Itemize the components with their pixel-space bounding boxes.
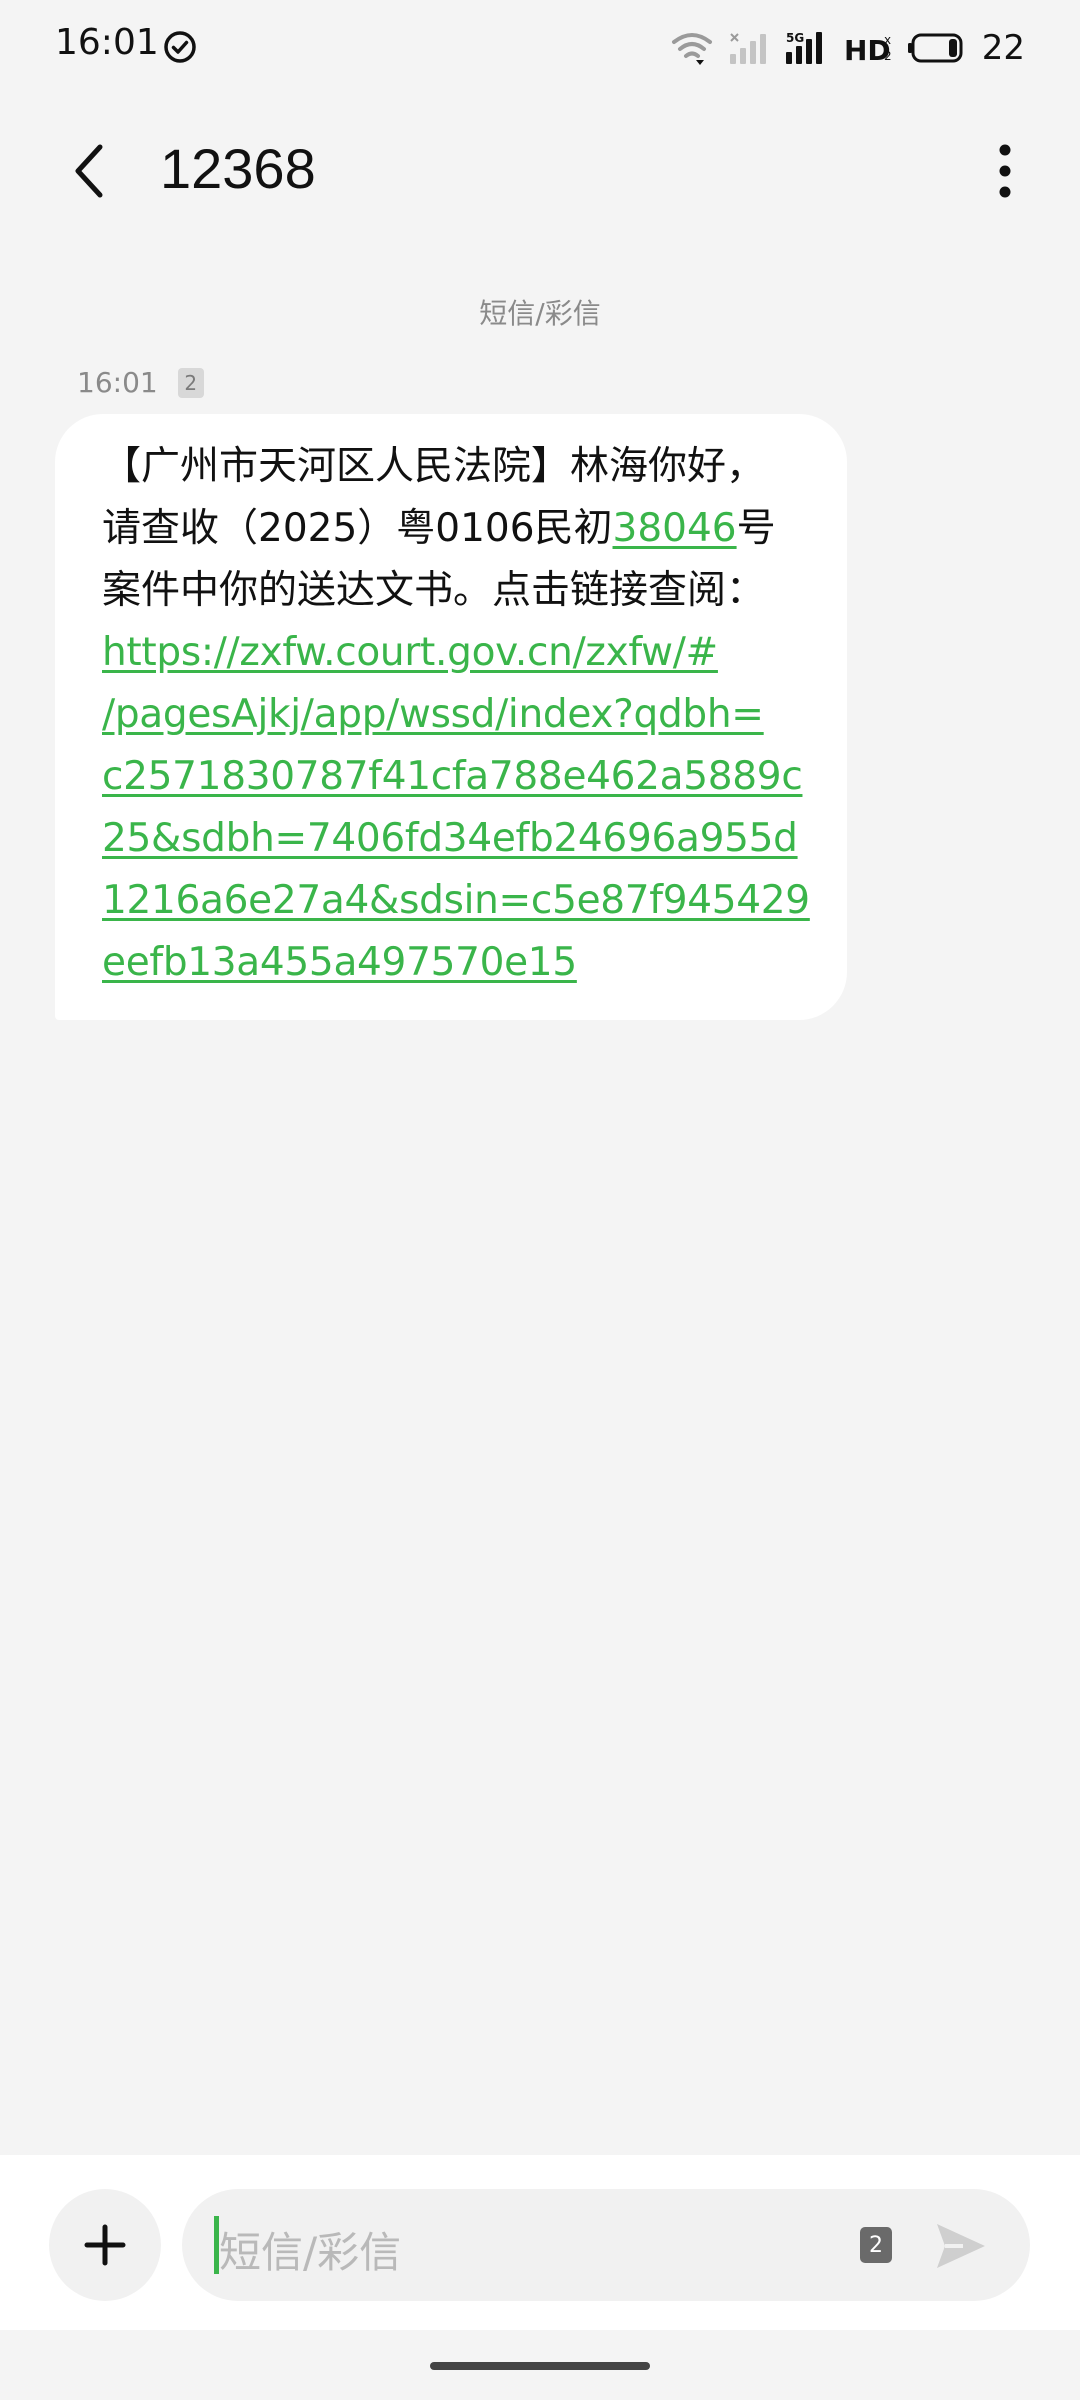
sim-select-button[interactable]: 2 (860, 2227, 892, 2263)
url-link[interactable]: https://zxfw.court.gov.cn/zxfw/# /pagesA… (102, 622, 810, 994)
battery-icon (907, 33, 963, 63)
signal-icon (729, 33, 766, 64)
status-bar: 16:01 5G HD x 2 22 (0, 0, 1080, 96)
hd-icon: HD x 2 (844, 33, 892, 66)
svg-text:x: x (884, 33, 891, 47)
message-line: 案件中你的送达文书。点击链接查阅： (102, 568, 766, 613)
url-line[interactable]: eefb13a455a497570e15 (102, 932, 803, 994)
message-meta: 16:01 2 (77, 366, 204, 399)
send-button[interactable] (926, 2211, 996, 2281)
attach-button[interactable] (49, 2189, 161, 2301)
wifi-icon (671, 33, 712, 65)
check-circle-icon (164, 31, 196, 63)
status-time: 16:01 (55, 22, 159, 63)
plus-icon (84, 2224, 126, 2266)
input-placeholder: 短信/彩信 (219, 2228, 402, 2277)
message-text: 号 (736, 506, 776, 551)
more-options-button[interactable] (970, 136, 1040, 206)
message-bubble[interactable]: 【广州市天河区人民法院】林海你好， 请查收（2025）粤0106民初38046号… (55, 414, 847, 1020)
url-line[interactable]: /pagesAjkj/app/wssd/index?qdbh= (102, 684, 803, 746)
header: 12368 (0, 96, 1080, 246)
more-vertical-icon (999, 144, 1011, 198)
back-button[interactable] (55, 136, 125, 206)
message-line: 【广州市天河区人民法院】林海你好， (102, 444, 766, 489)
send-icon (937, 2224, 985, 2268)
message-input[interactable]: 短信/彩信 2 (182, 2189, 1030, 2301)
url-line[interactable]: c2571830787f41cfa788e462a5889c (102, 746, 803, 808)
conversation-title: 12368 (160, 137, 316, 200)
message-line: 请查收（2025）粤0106民初38046号 (102, 498, 803, 560)
url-line[interactable]: 1216a6e27a4&sdsin=c5e87f945429 (102, 870, 810, 932)
signal-5g-icon: 5G (785, 31, 822, 64)
sim-badge: 2 (177, 367, 204, 398)
message-time: 16:01 (77, 366, 158, 399)
channel-label: 短信/彩信 (479, 297, 601, 330)
case-number-link[interactable]: 38046 (613, 506, 737, 551)
url-line[interactable]: https://zxfw.court.gov.cn/zxfw/# (102, 622, 803, 684)
back-arrow-icon (75, 144, 103, 198)
message-text: 请查收（2025）粤0106民初 (102, 506, 613, 551)
svg-text:2: 2 (884, 49, 892, 63)
battery-level: 22 (981, 28, 1025, 68)
status-icons: 5G HD x 2 22 (670, 24, 1025, 72)
composer: 短信/彩信 2 (0, 2155, 1080, 2330)
url-line[interactable]: 25&sdbh=7406fd34efb24696a955d (102, 808, 803, 870)
home-indicator[interactable] (430, 2362, 650, 2370)
navigation-area (0, 2330, 1080, 2400)
svg-text:5G: 5G (786, 31, 804, 45)
